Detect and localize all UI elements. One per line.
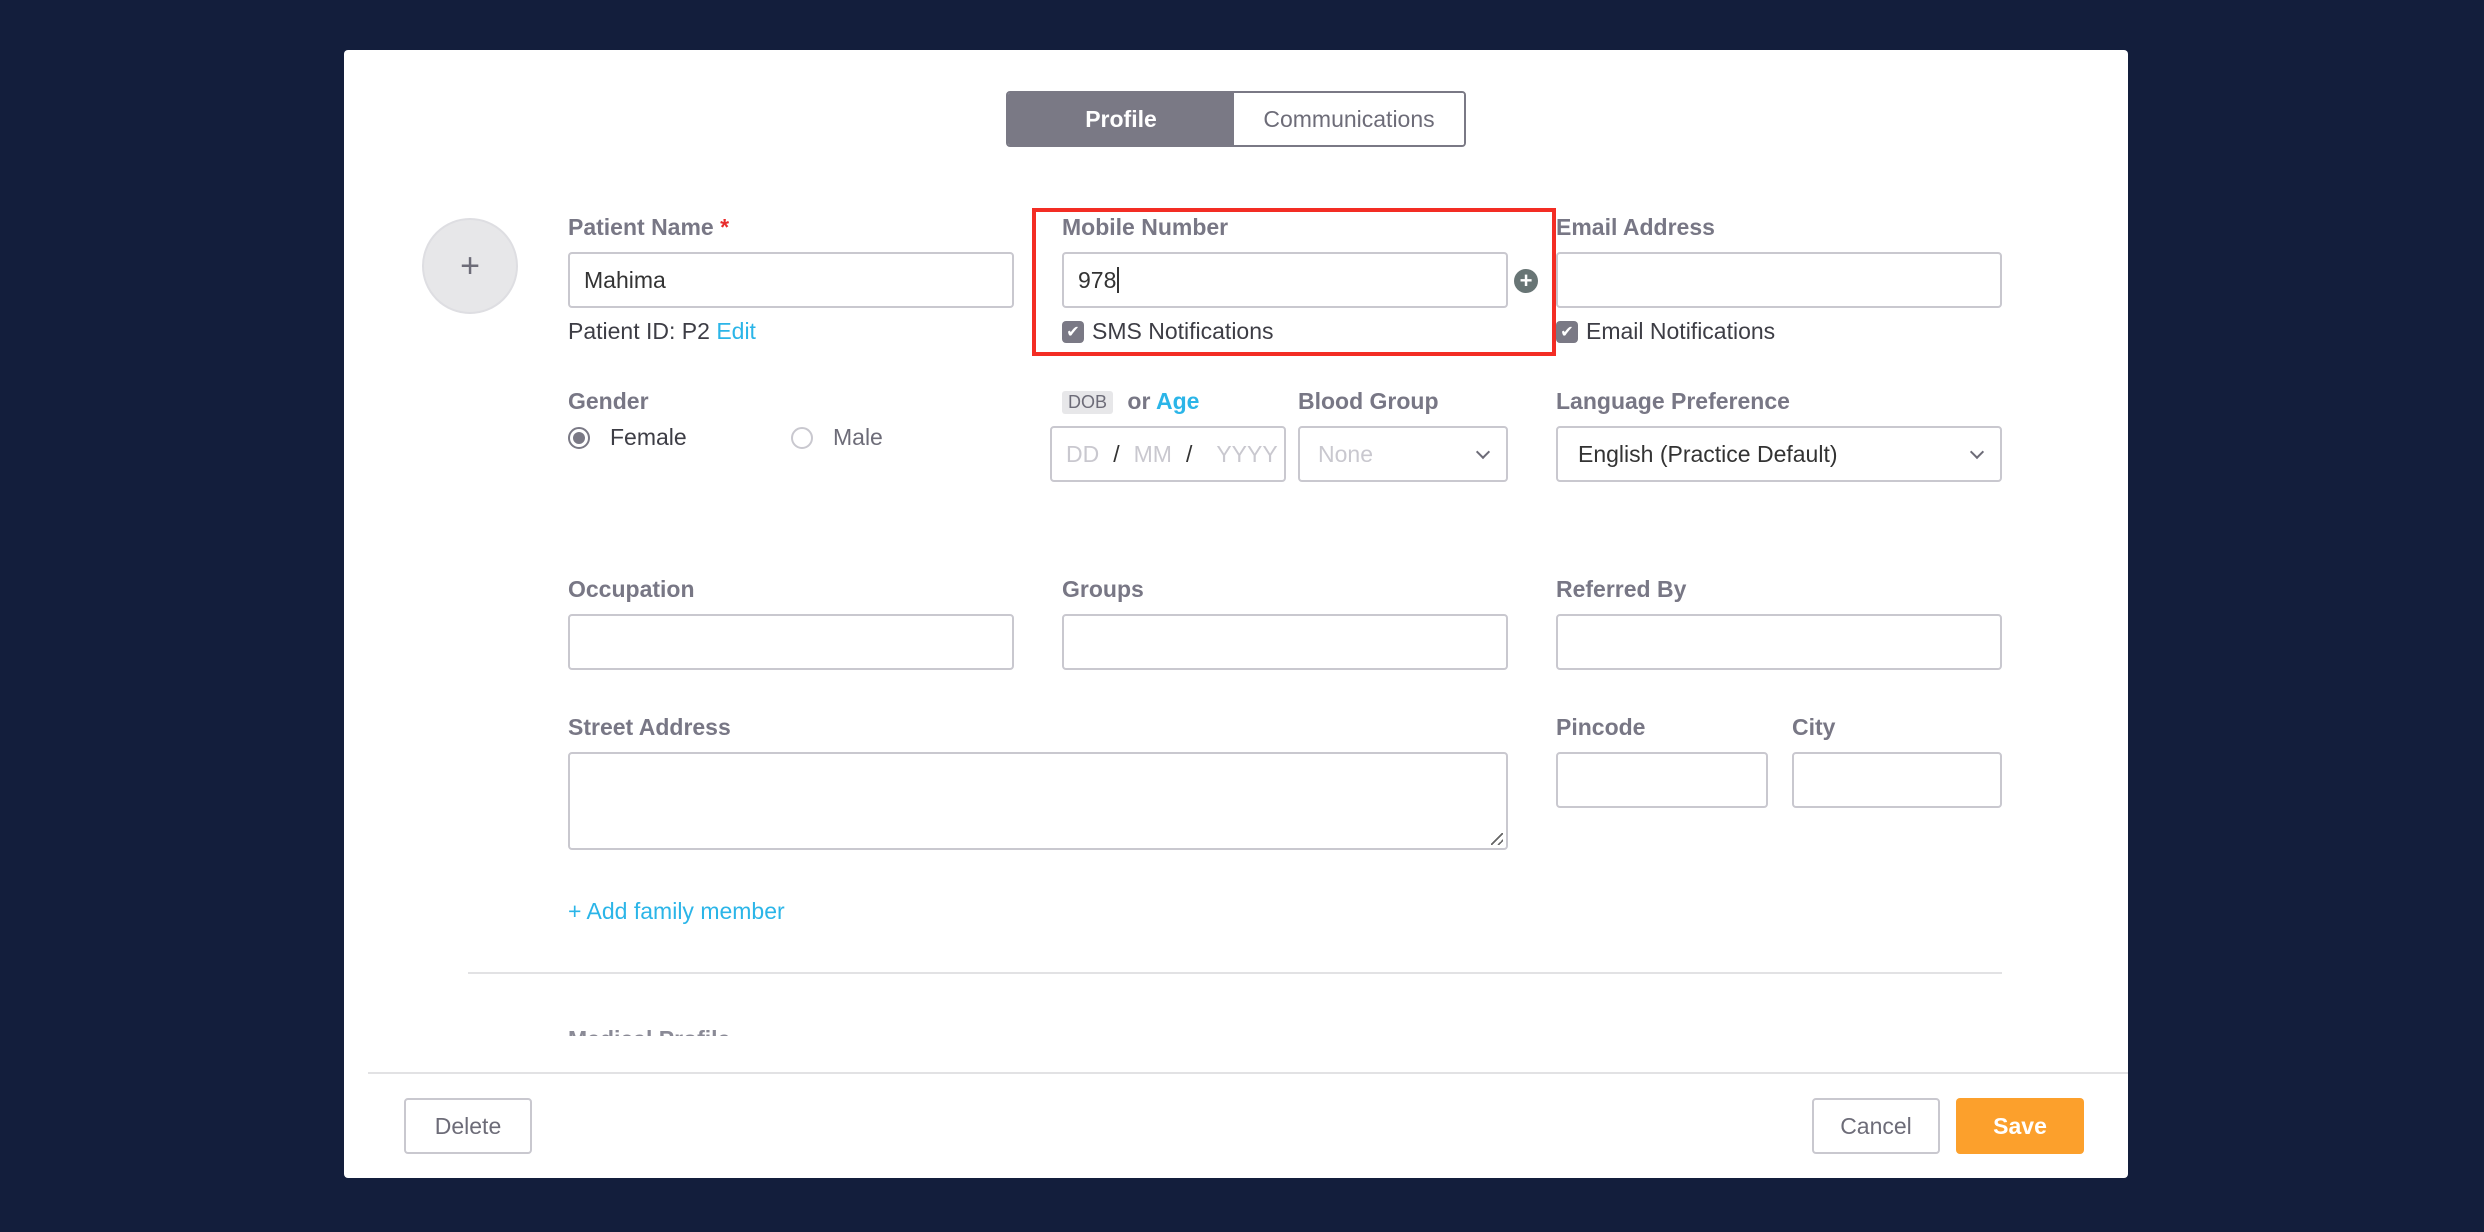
mobile-number-input[interactable]: 978: [1062, 252, 1508, 308]
dob-toggle[interactable]: DOB: [1062, 391, 1114, 415]
add-mobile-number-button[interactable]: +: [1514, 269, 1538, 293]
section-divider: [468, 972, 2002, 974]
avatar-upload-button[interactable]: +: [422, 218, 518, 314]
dob-separator: /: [1113, 440, 1120, 467]
dob-day-field[interactable]: DD: [1066, 441, 1099, 468]
medical-profile-heading: Medical Profile: [568, 1022, 730, 1036]
chevron-down-icon: [1969, 444, 1985, 460]
checkmark-icon: ✔: [1062, 320, 1084, 343]
male-label: Male: [833, 424, 883, 450]
dob-fields: DD / MM / YYYY: [1066, 441, 1278, 468]
blood-group-value: None: [1318, 440, 1373, 467]
dob-year-field[interactable]: YYYY: [1216, 441, 1277, 468]
patient-id-text: Patient ID: P2: [568, 318, 710, 344]
patient-name-input[interactable]: Mahima: [568, 252, 1014, 308]
checkmark-icon: ✔: [1556, 320, 1578, 343]
text-cursor: [1117, 267, 1120, 293]
chevron-down-icon: [1475, 444, 1491, 460]
patient-name-label-text: Patient Name: [568, 214, 714, 240]
radio-unselected-icon: [791, 426, 813, 449]
save-button[interactable]: Save: [1956, 1098, 2084, 1154]
dob-age-label: DOB or Age: [1062, 388, 1199, 415]
referred-by-input[interactable]: [1556, 614, 2002, 670]
city-input[interactable]: [1792, 752, 2002, 808]
street-address-textarea[interactable]: [568, 752, 1508, 850]
radio-selected-icon: [568, 426, 590, 449]
email-notifications-checkbox[interactable]: ✔ Email Notifications: [1556, 318, 1775, 345]
plus-circle-icon: +: [1519, 268, 1533, 293]
dob-separator: /: [1185, 440, 1193, 467]
language-preference-label: Language Preference: [1556, 388, 1790, 414]
resize-handle-icon[interactable]: [1491, 833, 1503, 845]
email-address-label: Email Address: [1556, 214, 1715, 240]
add-family-member-link[interactable]: + Add family member: [568, 898, 785, 925]
mobile-number-label: Mobile Number: [1062, 214, 1229, 240]
tab-profile[interactable]: Profile: [1008, 93, 1234, 145]
blood-group-select[interactable]: None: [1298, 426, 1508, 482]
gender-label: Gender: [568, 388, 649, 414]
occupation-input[interactable]: [568, 614, 1014, 670]
occupation-label: Occupation: [568, 576, 695, 602]
footer-divider: [368, 1072, 2128, 1074]
required-asterisk: *: [720, 214, 730, 240]
plus-icon: +: [460, 246, 480, 285]
sms-notifications-checkbox[interactable]: ✔ SMS Notifications: [1062, 318, 1274, 345]
female-label: Female: [610, 424, 687, 450]
groups-input[interactable]: [1062, 614, 1508, 670]
pincode-input[interactable]: [1556, 752, 1768, 808]
street-address-label: Street Address: [568, 714, 731, 740]
referred-by-label: Referred By: [1556, 576, 1687, 602]
email-notifications-label: Email Notifications: [1586, 318, 1776, 344]
patient-name-value: Mahima: [584, 266, 666, 293]
groups-label: Groups: [1062, 576, 1144, 602]
city-label: City: [1792, 714, 1836, 740]
delete-button[interactable]: Delete: [404, 1098, 532, 1154]
edit-patient-modal: Profile Communications + Patient Name * …: [344, 50, 2128, 1178]
edit-patient-id-link[interactable]: Edit: [716, 318, 756, 344]
age-toggle-link[interactable]: Age: [1156, 388, 1199, 414]
dob-input[interactable]: DD / MM / YYYY: [1050, 426, 1286, 482]
email-address-input[interactable]: [1556, 252, 2002, 308]
gender-female-radio[interactable]: Female: [568, 424, 687, 451]
language-preference-select[interactable]: English (Practice Default): [1556, 426, 2002, 482]
tab-communications[interactable]: Communications: [1234, 93, 1464, 145]
language-value: English (Practice Default): [1578, 440, 1838, 467]
pincode-label: Pincode: [1556, 714, 1646, 740]
mobile-number-value: 978: [1078, 266, 1117, 293]
patient-id: Patient ID: P2 Edit: [568, 318, 756, 345]
gender-male-radio[interactable]: Male: [791, 424, 883, 451]
blood-group-label: Blood Group: [1298, 388, 1439, 414]
patient-name-label: Patient Name *: [568, 214, 729, 241]
or-text: or: [1127, 388, 1151, 414]
sms-notifications-label: SMS Notifications: [1092, 318, 1274, 344]
profile-tabs: Profile Communications: [1006, 91, 1466, 147]
dob-month-field[interactable]: MM: [1134, 441, 1172, 468]
cancel-button[interactable]: Cancel: [1812, 1098, 1940, 1154]
